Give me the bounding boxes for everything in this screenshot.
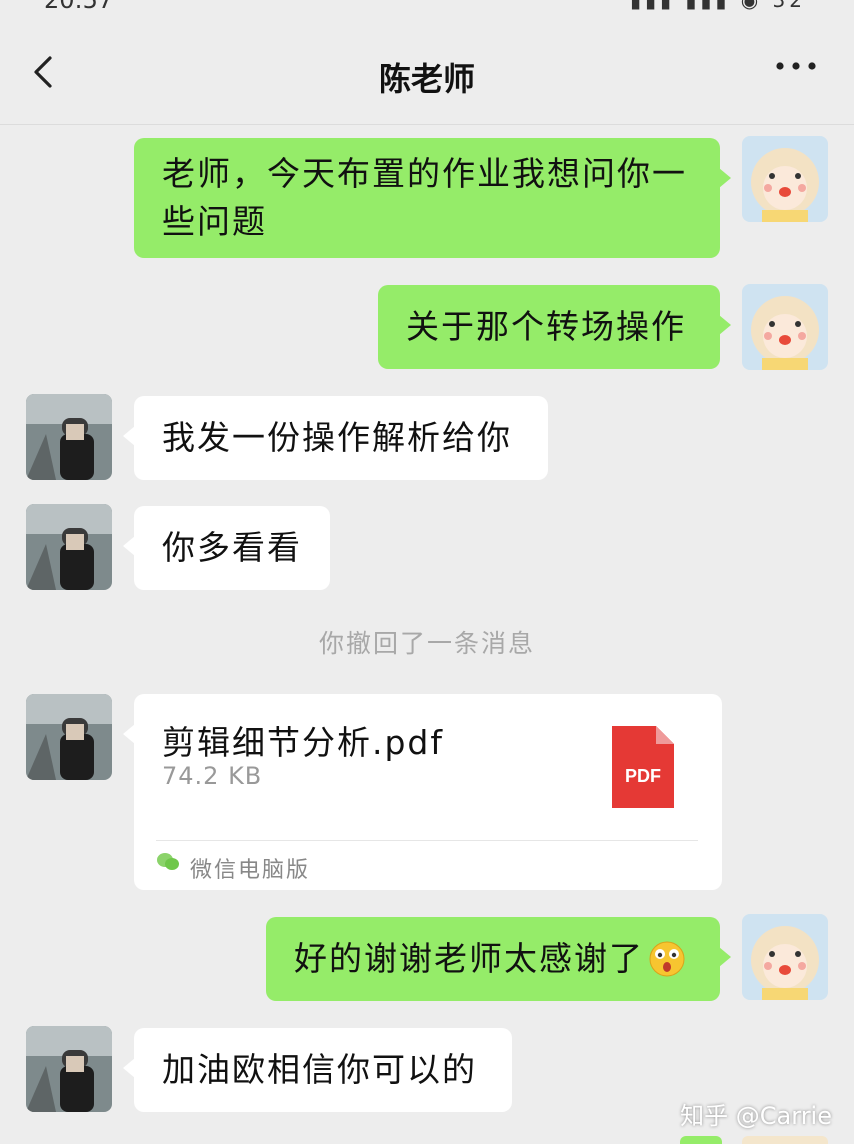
message-bubble-sent-partial <box>680 1136 722 1144</box>
message-text: 加油欧相信你可以的 <box>162 1050 477 1089</box>
message-text: 你多看看 <box>162 528 302 567</box>
status-bar: 20:57 ▮▮▮ ▮▮▮ ◉ 32 <box>0 0 854 18</box>
teacher-avatar[interactable] <box>26 394 112 480</box>
status-time: 20:57 <box>44 0 114 14</box>
more-options-icon[interactable] <box>774 58 818 74</box>
chat-header: 陈老师 <box>0 18 854 125</box>
watermark: 知乎 @Carrie <box>680 1102 832 1130</box>
message-text: 老师，今天布置的作业我想问你一 些问题 <box>162 154 687 241</box>
message-text: 好的谢谢老师太感谢了 <box>294 939 644 978</box>
file-message-card[interactable]: 剪辑细节分析.pdf 74.2 KB PDF 微信电脑版 <box>123 694 722 890</box>
teacher-avatar[interactable] <box>26 694 112 780</box>
pdf-icon-label: PDF <box>625 766 661 786</box>
message-bubble-sent[interactable]: 老师，今天布置的作业我想问你一 些问题 <box>134 138 731 258</box>
chat-title: 陈老师 <box>378 60 475 98</box>
file-name: 剪辑细节分析.pdf <box>162 723 445 762</box>
my-avatar[interactable] <box>742 136 828 222</box>
recall-notice: 你撤回了一条消息 <box>318 629 535 658</box>
wechat-icon <box>157 853 179 870</box>
pdf-file-icon: PDF <box>612 726 674 808</box>
message-bubble-received[interactable]: 你多看看 <box>123 506 330 590</box>
message-bubble-received[interactable]: 加油欧相信你可以的 <box>123 1028 512 1112</box>
teacher-avatar[interactable] <box>26 504 112 590</box>
message-text: 我发一份操作解析给你 <box>162 418 512 457</box>
message-text: 关于那个转场操作 <box>406 307 686 346</box>
file-size: 74.2 KB <box>162 762 263 790</box>
message-bubble-received[interactable]: 我发一份操作解析给你 <box>123 396 548 480</box>
my-avatar-partial <box>742 1136 828 1144</box>
message-bubble-sent[interactable]: 关于那个转场操作 <box>378 285 731 369</box>
battery-level: 32 <box>772 0 806 12</box>
teacher-avatar[interactable] <box>26 1026 112 1112</box>
my-avatar[interactable] <box>742 914 828 1000</box>
surprised-emoji-icon <box>649 941 685 977</box>
file-source-label: 微信电脑版 <box>190 858 311 883</box>
my-avatar[interactable] <box>742 284 828 370</box>
status-icons: ▮▮▮ ▮▮▮ ◉ 32 <box>630 0 806 12</box>
card-divider <box>156 840 698 841</box>
message-bubble-sent[interactable]: 好的谢谢老师太感谢了 <box>266 917 731 1001</box>
